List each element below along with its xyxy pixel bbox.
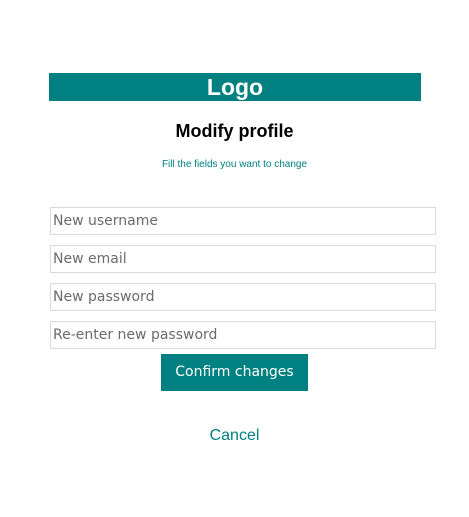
- form-subtitle: Fill the fields you want to change: [161, 159, 308, 170]
- logo-text: Logo: [206, 74, 264, 100]
- new-email-input[interactable]: [50, 245, 436, 273]
- new-username-input[interactable]: [50, 207, 436, 235]
- confirm-changes-button[interactable]: Confirm changes: [161, 354, 308, 391]
- new-password-input[interactable]: [50, 283, 436, 311]
- cancel-link[interactable]: Cancel: [0, 426, 469, 446]
- page-title: Modify profile: [175, 121, 294, 141]
- logo-banner: Logo: [49, 73, 421, 101]
- confirm-password-input[interactable]: [50, 321, 436, 349]
